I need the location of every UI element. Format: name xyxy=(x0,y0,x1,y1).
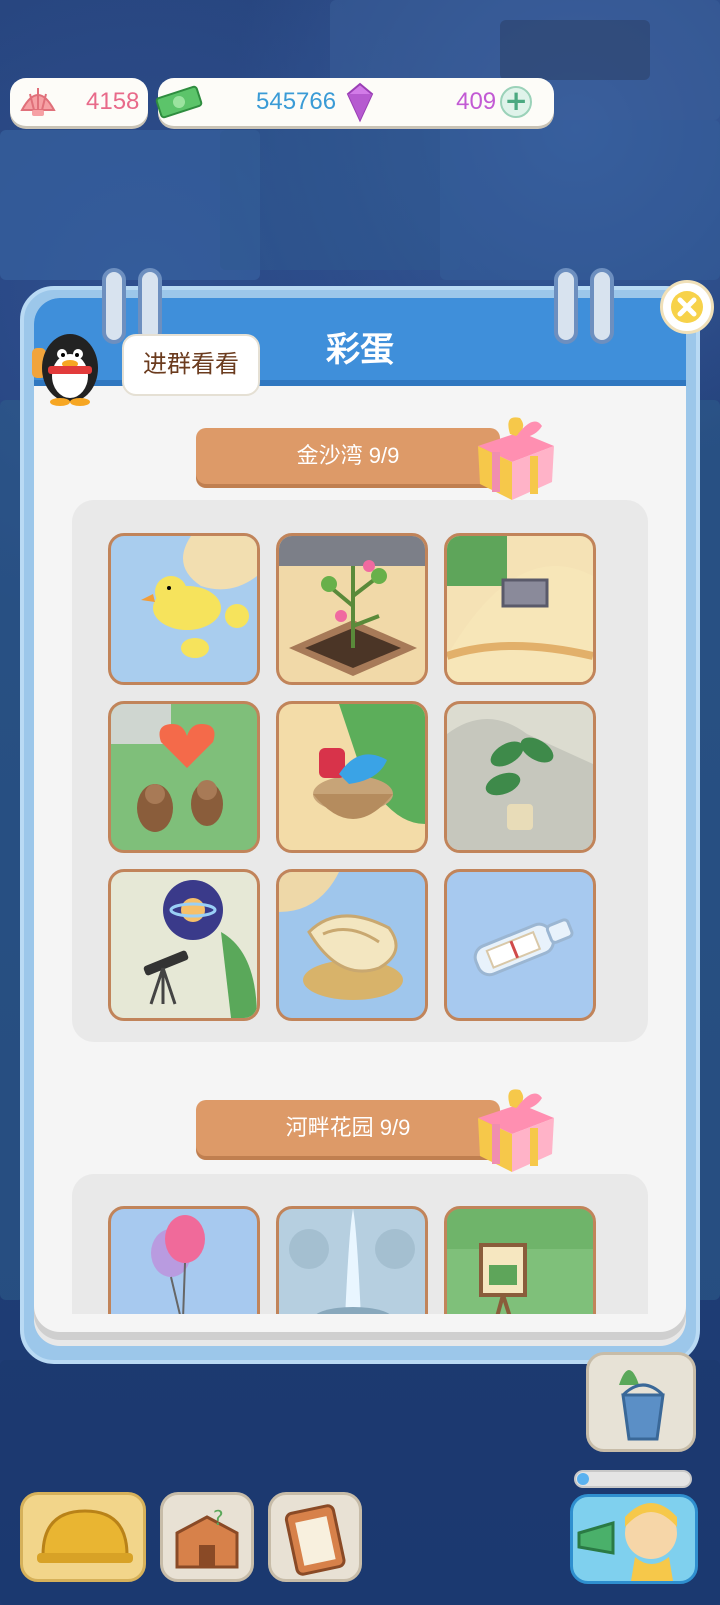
squirrels-heart-tile[interactable] xyxy=(108,701,260,853)
easter-egg-list[interactable]: 金沙湾 9/9 河畔花园 9/9 xyxy=(34,388,686,1314)
rubber-duck-icon xyxy=(111,536,257,658)
balloon-icon xyxy=(151,1215,205,1314)
progress-bar xyxy=(574,1470,692,1488)
gem-count: 409 xyxy=(456,88,497,115)
easel-tile[interactable] xyxy=(444,1206,596,1314)
clipboard-icon xyxy=(284,1504,346,1576)
join-group-bubble[interactable]: 进群看看 xyxy=(122,334,260,396)
gem-icon xyxy=(346,82,374,123)
cash-icon xyxy=(155,85,203,119)
build-helmet-button[interactable] xyxy=(20,1492,146,1582)
heart-plant-icon xyxy=(279,536,425,676)
add-gems-button[interactable]: + xyxy=(500,84,533,118)
fountain-icon xyxy=(289,1209,415,1314)
section-banner: 金沙湾 9/9 xyxy=(196,428,500,484)
basket-icon xyxy=(313,704,425,824)
section-banner: 河畔花园 9/9 xyxy=(196,1100,500,1156)
bucket-plant-icon xyxy=(619,1370,665,1441)
shell-icon xyxy=(20,88,56,116)
add-icon: + xyxy=(504,84,528,117)
cash-count: 545766 xyxy=(256,88,337,115)
conch-shell-icon xyxy=(279,872,403,1000)
squirrels-heart-icon xyxy=(111,704,223,832)
tent-window-icon xyxy=(447,536,593,682)
gift-box-icon[interactable] xyxy=(464,1080,560,1176)
potted-plant-tile[interactable] xyxy=(444,701,596,853)
shop-box-button[interactable]: ? xyxy=(160,1492,254,1582)
close-button[interactable] xyxy=(660,280,714,334)
tent-window-tile[interactable] xyxy=(444,533,596,685)
telescope-planet-tile[interactable] xyxy=(108,869,260,1021)
message-bottle-icon xyxy=(473,918,574,977)
message-bottle-tile[interactable] xyxy=(444,869,596,1021)
binder-ring-icon xyxy=(554,268,578,344)
gift-box-icon[interactable] xyxy=(464,408,560,504)
character-megaphone-button[interactable] xyxy=(570,1494,698,1584)
conch-shell-tile[interactable] xyxy=(276,869,428,1021)
binder-ring-icon xyxy=(138,268,162,344)
bucket-plant-button[interactable] xyxy=(586,1352,696,1452)
telescope-planet-icon xyxy=(143,880,257,1018)
clipboard-button[interactable] xyxy=(268,1492,362,1582)
svg-text:?: ? xyxy=(213,1506,224,1530)
shell-count: 4158 xyxy=(86,88,140,115)
shop-box-icon: ? xyxy=(175,1506,239,1569)
heart-plant-tile[interactable] xyxy=(276,533,428,685)
potted-plant-icon xyxy=(447,719,593,850)
close-icon xyxy=(671,291,703,323)
cash-gem-bar: 545766 409 + xyxy=(155,78,554,126)
balloon-tile[interactable] xyxy=(108,1206,260,1314)
character-megaphone-icon xyxy=(577,1503,677,1581)
fountain-tile[interactable] xyxy=(276,1206,428,1314)
shell-currency: 4158 xyxy=(10,78,148,126)
binder-ring-icon xyxy=(590,268,614,344)
rubber-duck-tile[interactable] xyxy=(108,533,260,685)
basket-tile[interactable] xyxy=(276,701,428,853)
easel-icon xyxy=(447,1209,593,1314)
helmet-icon xyxy=(37,1509,133,1563)
